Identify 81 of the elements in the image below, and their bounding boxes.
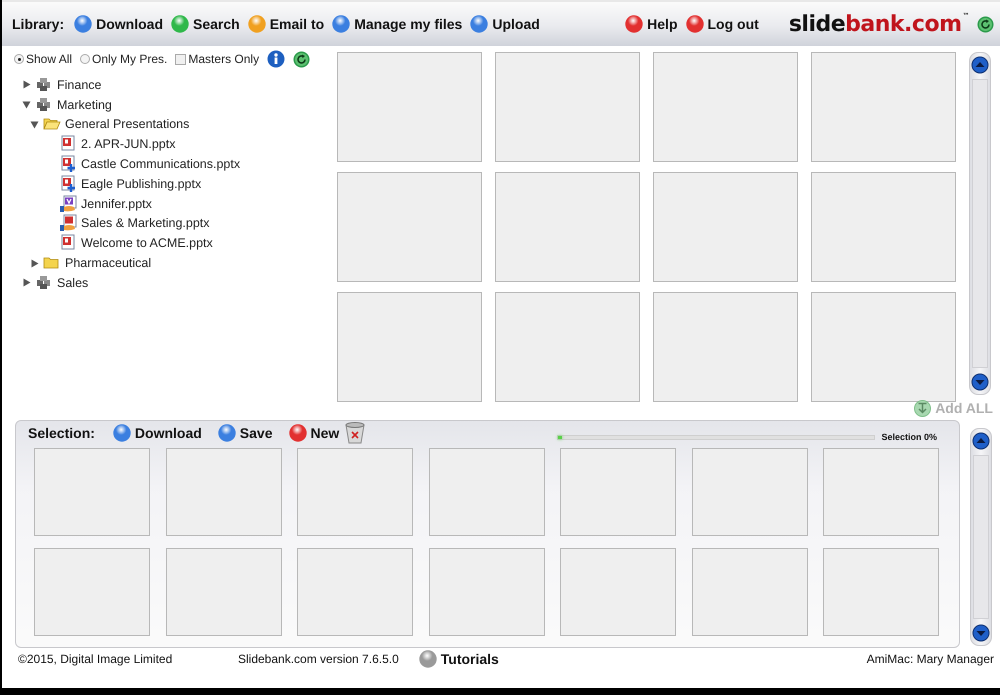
scroll-down-icon[interactable] [972,624,990,642]
radio-option[interactable]: Only My Pres. [80,52,168,66]
tree-item[interactable]: Sales & Marketing.pptx [22,214,334,234]
slide-placeholder[interactable] [823,448,939,536]
toolbar-button[interactable]: Log out [686,15,759,33]
toolbar-button[interactable]: Download [112,424,202,442]
tree-item[interactable]: Pharmaceutical [22,253,334,273]
slide-placeholder[interactable] [811,172,956,282]
collapse-arrow-icon[interactable] [22,100,31,110]
presentation-file-icon [59,174,77,193]
slide-placeholder[interactable] [428,548,544,636]
slide-placeholder[interactable] [495,52,640,162]
slide-placeholder[interactable] [337,292,482,402]
slide-placeholder[interactable] [811,52,956,162]
tree-item[interactable]: Finance [22,75,334,95]
slide-placeholder[interactable] [560,548,676,636]
toolbar-button[interactable]: New [288,424,340,442]
refresh-icon[interactable] [293,50,310,68]
slide-placeholder[interactable] [653,52,798,162]
slide-placeholder[interactable] [166,548,282,636]
toolbar-button[interactable]: Save [218,424,272,442]
tree-item[interactable]: Marketing [22,94,334,115]
slide-placeholder[interactable] [811,292,956,402]
checkbox-option[interactable]: Masters Only [175,52,260,66]
trash-can-icon[interactable] [343,421,368,445]
presentation-file-icon [59,234,77,252]
expand-arrow-icon[interactable] [30,258,39,268]
slide-placeholder[interactable] [692,448,808,536]
expand-arrow-icon[interactable] [22,80,31,90]
slide-placeholder[interactable] [560,448,676,536]
toolbar-button[interactable]: Email to [248,15,324,33]
tree-item[interactable]: 2. APR-JUN.pptx [22,134,334,154]
toolbar-button[interactable]: Upload [470,15,540,33]
slide-placeholder[interactable] [297,548,413,636]
cubes-icon [35,274,53,292]
slide-placeholder[interactable] [428,448,544,536]
presentation-file-icon [59,194,77,213]
expand-arrow-icon[interactable] [22,278,31,288]
scroll-up-icon[interactable] [972,432,990,450]
toolbar-button[interactable]: Help [625,15,678,33]
scroll-up-icon[interactable] [971,56,989,74]
copyright-text: ©2015, Digital Image Limited [18,652,174,666]
collapse-arrow-icon[interactable] [30,120,39,129]
slide-placeholder[interactable] [495,292,640,402]
user-name: AmiMac: Mary Manager [866,652,994,666]
toolbar-button[interactable]: Search [171,15,240,33]
tree-item[interactable]: Jennifer.pptx [22,194,334,214]
slide-placeholder[interactable] [653,292,798,402]
presentation-file-icon [59,135,77,154]
version-text: Slidebank.com version 7.6.5.0 [238,652,399,666]
slide-placeholder[interactable] [692,548,808,636]
toolbar-button[interactable]: Download [74,15,164,33]
library-label: Library: [12,16,64,32]
cubes-icon [35,96,53,114]
presentation-file-icon [59,214,77,232]
tree-item[interactable]: Sales [22,272,334,293]
tree-item[interactable]: General Presentations [22,114,334,134]
tree-item[interactable]: Welcome to ACME.pptx [22,233,334,254]
slidebank-logo: slidebank.com$^{™}$ [788,12,969,36]
scrollbar[interactable] [970,428,992,646]
toolbar-button[interactable]: Manage my files [332,15,462,33]
slide-placeholder[interactable] [34,448,150,536]
tree-item[interactable]: Castle Communications.pptx [22,154,334,174]
selection-label: Selection: [28,425,95,441]
slide-placeholder[interactable] [337,52,482,162]
refresh-icon[interactable] [977,16,994,32]
slide-placeholder[interactable] [34,548,150,636]
radio-option[interactable]: Show All [14,52,72,66]
cubes-icon [35,76,53,94]
slide-placeholder[interactable] [823,548,939,636]
tutorials-button[interactable]: Tutorials [418,650,499,668]
info-icon[interactable] [267,50,286,68]
progress-reading: Selection 0% [881,432,937,442]
scrollbar[interactable] [969,52,991,395]
slide-placeholder[interactable] [653,172,798,282]
slide-placeholder[interactable] [337,172,482,282]
tree-item[interactable]: Eagle Publishing.pptx [22,174,334,194]
presentation-file-icon [59,155,77,174]
slide-placeholder[interactable] [495,172,640,282]
slide-placeholder[interactable] [166,448,282,536]
scroll-down-icon[interactable] [971,373,989,391]
